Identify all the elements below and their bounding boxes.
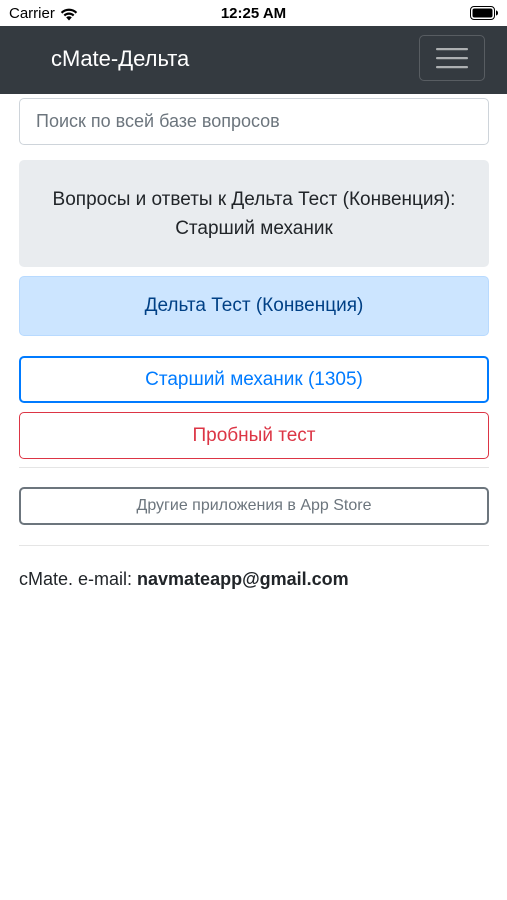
navbar: cMate-Дельта xyxy=(0,26,507,94)
main-content: Вопросы и ответы к Дельта Тест (Конвенци… xyxy=(19,98,489,590)
header-box: Вопросы и ответы к Дельта Тест (Конвенци… xyxy=(19,160,489,267)
search-input[interactable] xyxy=(19,98,489,145)
header-subtitle: Старший механик xyxy=(175,217,333,239)
menu-toggle-button[interactable] xyxy=(419,35,485,81)
footer-prefix: cMate. e-mail: xyxy=(19,569,138,589)
app-title[interactable]: cMate-Дельта xyxy=(51,46,189,72)
battery-icon xyxy=(470,6,498,20)
footer-contact: cMate. e-mail: navmateapp@gmail.com xyxy=(19,569,489,590)
header-title: Вопросы и ответы к Дельта Тест (Конвенци… xyxy=(52,188,456,210)
footer-email[interactable]: navmateapp@gmail.com xyxy=(137,569,349,589)
divider xyxy=(19,467,489,468)
divider xyxy=(19,545,489,546)
header-text: Вопросы и ответы к Дельта Тест (Конвенци… xyxy=(53,185,456,243)
chief-engineer-button[interactable]: Старший механик (1305) xyxy=(19,356,489,403)
trial-test-button[interactable]: Пробный тест xyxy=(19,412,489,459)
other-apps-button[interactable]: Другие приложения в App Store xyxy=(19,487,489,525)
status-time: 12:25 AM xyxy=(220,5,287,22)
category-banner: Дельта Тест (Конвенция) xyxy=(19,276,489,336)
status-bar: Carrier 12:25 AM xyxy=(0,0,507,26)
hamburger-menu-icon xyxy=(436,48,468,69)
